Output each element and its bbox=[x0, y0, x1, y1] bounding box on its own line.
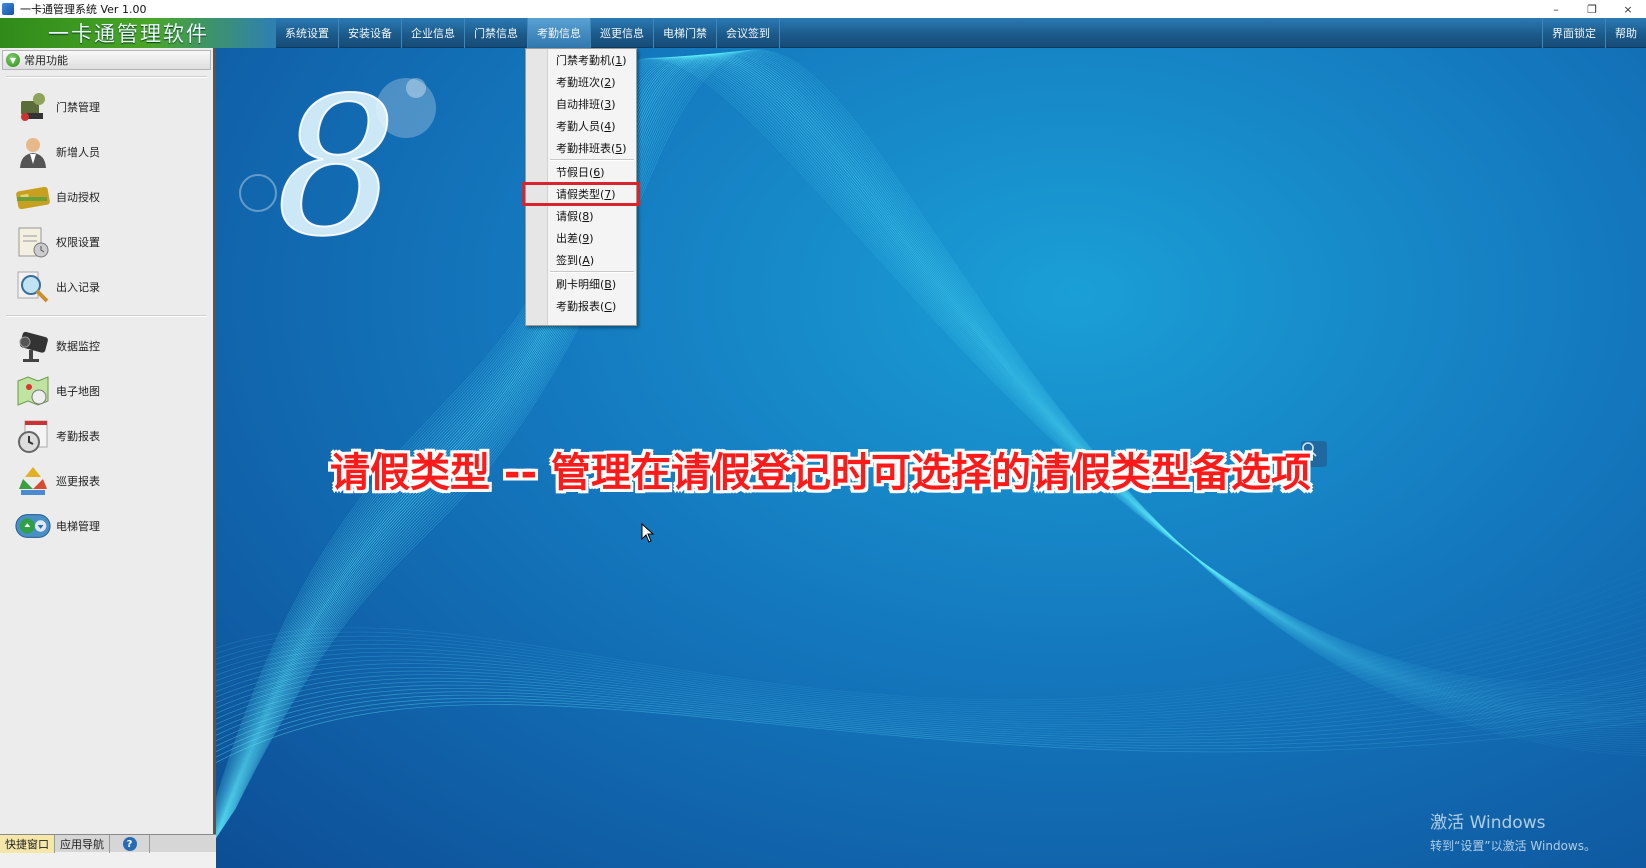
sidebar-item-label: 考勤报表 bbox=[56, 429, 100, 443]
sidebar-item-elevator[interactable]: 电梯管理 bbox=[0, 503, 213, 548]
sidebar-item-label: 新增人员 bbox=[56, 145, 100, 159]
sidebar-item-data-monitor[interactable]: 数据监控 bbox=[0, 323, 213, 368]
sidebar-item-e-map[interactable]: 电子地图 bbox=[0, 368, 213, 413]
camera-icon bbox=[14, 327, 52, 365]
tutorial-caption: 请假类型 -- 管理在请假登记时可选择的请假类型备选项 bbox=[330, 450, 1312, 496]
menu-item-attendance-staff[interactable]: 考勤人员(4) bbox=[526, 115, 636, 137]
sidebar-item-label: 门禁管理 bbox=[56, 100, 100, 114]
menu-meeting-signin[interactable]: 会议签到 bbox=[717, 18, 780, 48]
restore-button[interactable]: ❐ bbox=[1574, 0, 1610, 18]
menu-elevator-access[interactable]: 电梯门禁 bbox=[654, 18, 717, 48]
sidebar-title: 常用功能 bbox=[24, 54, 68, 67]
mouse-cursor-icon bbox=[641, 523, 655, 543]
lock-ui-button[interactable]: 界面锁定 bbox=[1542, 18, 1605, 48]
menu-item-shifts[interactable]: 考勤班次(2) bbox=[526, 71, 636, 93]
attendance-dropdown-menu: 门禁考勤机(1) 考勤班次(2) 自动排班(3) 考勤人员(4) 考勤排班表(5… bbox=[522, 48, 640, 326]
menu-item-signin[interactable]: 签到(A) bbox=[526, 249, 636, 271]
help-icon: ? bbox=[122, 837, 137, 851]
window-controls: – ❐ × bbox=[1538, 0, 1646, 18]
brand: 一卡通管理软件 bbox=[0, 18, 276, 48]
brand-title: 一卡通管理软件 bbox=[48, 22, 209, 46]
sidebar-item-label: 数据监控 bbox=[56, 339, 100, 353]
sidebar-item-label: 自动授权 bbox=[56, 190, 100, 204]
permission-icon bbox=[14, 223, 52, 261]
sidebar-item-door-control[interactable]: 门禁管理 bbox=[0, 84, 213, 129]
watermark-line2: 转到“设置”以激活 Windows。 bbox=[1430, 839, 1596, 853]
minimize-button[interactable]: – bbox=[1538, 0, 1574, 18]
sidebar-item-attendance-report[interactable]: 考勤报表 bbox=[0, 413, 213, 458]
menu-item-leave[interactable]: 请假(8) bbox=[526, 205, 636, 227]
menu-company-info[interactable]: 企业信息 bbox=[402, 18, 465, 48]
collapse-icon[interactable]: ▼ bbox=[6, 53, 20, 67]
sidebar: ▼ 常用功能 门禁管理 新增人员 自动授权 权限设置 出入记录 数据监控 电子地… bbox=[0, 48, 216, 853]
sidebar-item-label: 电梯管理 bbox=[56, 519, 100, 533]
menu-patrol-info[interactable]: 巡更信息 bbox=[591, 18, 654, 48]
menu-item-swipe-details[interactable]: 刷卡明细(B) bbox=[526, 273, 636, 295]
close-button[interactable]: × bbox=[1610, 0, 1646, 18]
sidebar-tabs: 快捷窗口 应用导航 ? bbox=[0, 834, 216, 853]
sidebar-item-patrol-report[interactable]: 巡更报表 bbox=[0, 458, 213, 503]
tab-quick-window[interactable]: 快捷窗口 bbox=[0, 835, 55, 853]
door-control-icon bbox=[14, 88, 52, 126]
clock-icon bbox=[14, 417, 52, 455]
menu-access-info[interactable]: 门禁信息 bbox=[465, 18, 528, 48]
title-bar: 一卡通管理系统 Ver 1.00 – ❐ × bbox=[0, 0, 1646, 18]
sidebar-item-new-person[interactable]: 新增人员 bbox=[0, 129, 213, 174]
app-icon bbox=[2, 3, 14, 15]
tab-help[interactable]: ? bbox=[110, 835, 150, 853]
window-title: 一卡通管理系统 Ver 1.00 bbox=[20, 3, 147, 16]
logo-digit: 8 bbox=[276, 57, 397, 278]
person-icon bbox=[14, 133, 52, 171]
elevator-icon bbox=[14, 507, 52, 545]
menu-item-schedule-table[interactable]: 考勤排班表(5) bbox=[526, 137, 636, 159]
menu-item-business-trip[interactable]: 出差(9) bbox=[526, 227, 636, 249]
activation-watermark: 激活 Windows 转到“设置”以激活 Windows。 bbox=[1430, 808, 1596, 854]
header-right: 界面锁定 帮助 bbox=[1542, 18, 1646, 48]
main-menu: 系统设置 安装设备 企业信息 门禁信息 考勤信息 巡更信息 电梯门禁 会议签到 bbox=[276, 18, 780, 48]
menu-attendance-info[interactable]: 考勤信息 bbox=[528, 18, 591, 48]
watermark-line1: 激活 Windows bbox=[1430, 813, 1546, 833]
sidebar-header[interactable]: ▼ 常用功能 bbox=[2, 50, 211, 70]
sidebar-item-label: 巡更报表 bbox=[56, 474, 100, 488]
sidebar-divider bbox=[6, 315, 207, 317]
sidebar-divider bbox=[6, 76, 207, 78]
menu-item-holidays[interactable]: 节假日(6) bbox=[526, 161, 636, 183]
menu-item-attendance-device[interactable]: 门禁考勤机(1) bbox=[526, 49, 636, 71]
menu-item-leave-types[interactable]: 请假类型(7) bbox=[522, 182, 640, 206]
magnifier-icon bbox=[14, 268, 52, 306]
help-menu[interactable]: 帮助 bbox=[1605, 18, 1646, 48]
tab-app-nav[interactable]: 应用导航 bbox=[55, 835, 110, 853]
card-icon bbox=[14, 178, 52, 216]
sidebar-item-auto-authorize[interactable]: 自动授权 bbox=[0, 174, 213, 219]
app-window: 一卡通管理系统 Ver 1.00 – ❐ × 一卡通管理软件 系统设置 安装设备… bbox=[0, 0, 1646, 868]
sidebar-item-access-records[interactable]: 出入记录 bbox=[0, 264, 213, 309]
map-icon bbox=[14, 372, 52, 410]
sidebar-item-label: 出入记录 bbox=[56, 280, 100, 294]
header-bar: 一卡通管理软件 系统设置 安装设备 企业信息 门禁信息 考勤信息 巡更信息 电梯… bbox=[0, 18, 1646, 48]
sidebar-item-label: 电子地图 bbox=[56, 384, 100, 398]
sidebar-item-label: 权限设置 bbox=[56, 235, 100, 249]
menu-item-auto-schedule[interactable]: 自动排班(3) bbox=[526, 93, 636, 115]
menu-install-devices[interactable]: 安装设备 bbox=[339, 18, 402, 48]
patrol-icon bbox=[14, 462, 52, 500]
menu-item-attendance-report[interactable]: 考勤报表(C) bbox=[526, 295, 636, 317]
sidebar-item-permission-settings[interactable]: 权限设置 bbox=[0, 219, 213, 264]
menu-system-settings[interactable]: 系统设置 bbox=[276, 18, 339, 48]
